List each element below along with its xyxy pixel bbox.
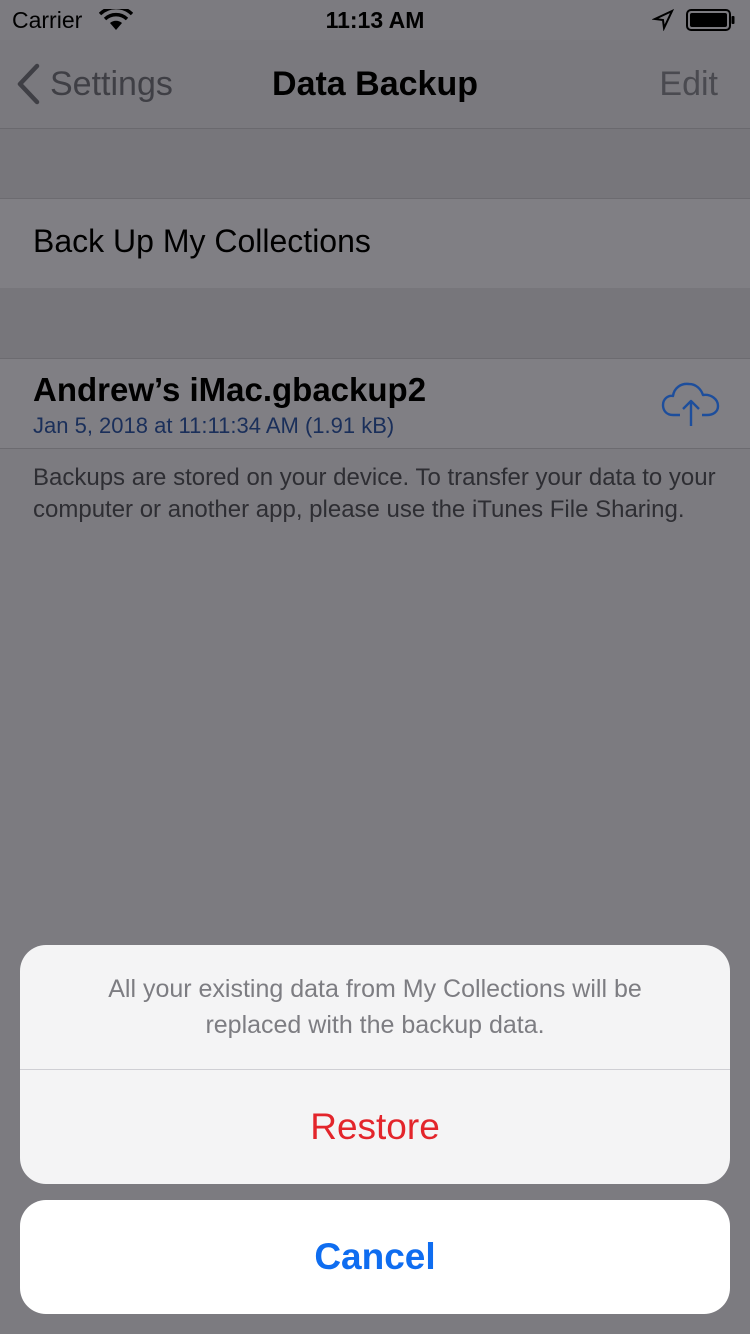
- backup-file-cell[interactable]: Andrew’s iMac.gbackup2 Jan 5, 2018 at 11…: [0, 358, 750, 449]
- location-arrow-icon: [652, 9, 674, 31]
- status-time: 11:13 AM: [325, 7, 425, 33]
- section-spacer: [0, 288, 750, 358]
- action-sheet-message: All your existing data from My Collectio…: [108, 975, 642, 1039]
- section-spacer: [0, 129, 750, 198]
- status-bar: Carrier 11:13 AM: [0, 0, 750, 40]
- back-up-collections-label: Back Up My Collections: [33, 223, 371, 259]
- restore-button[interactable]: Restore: [20, 1070, 730, 1184]
- backup-file-meta: Jan 5, 2018 at 11:11:34 AM (1.91 kB): [33, 413, 395, 438]
- navigation-bar: Settings Data Backup Edit: [0, 40, 750, 129]
- backup-footer-note: Backups are stored on your device. To tr…: [33, 464, 716, 523]
- cancel-button[interactable]: Cancel: [20, 1200, 730, 1314]
- edit-button[interactable]: Edit: [659, 62, 718, 106]
- backup-file-name: Andrew’s iMac.gbackup2: [33, 371, 427, 408]
- back-up-collections-cell[interactable]: Back Up My Collections: [0, 198, 750, 289]
- page-title: Data Backup: [272, 65, 478, 103]
- battery-icon: [686, 9, 735, 31]
- action-sheet: All your existing data from My Collectio…: [20, 945, 730, 1184]
- cloud-upload-icon[interactable]: [660, 379, 722, 429]
